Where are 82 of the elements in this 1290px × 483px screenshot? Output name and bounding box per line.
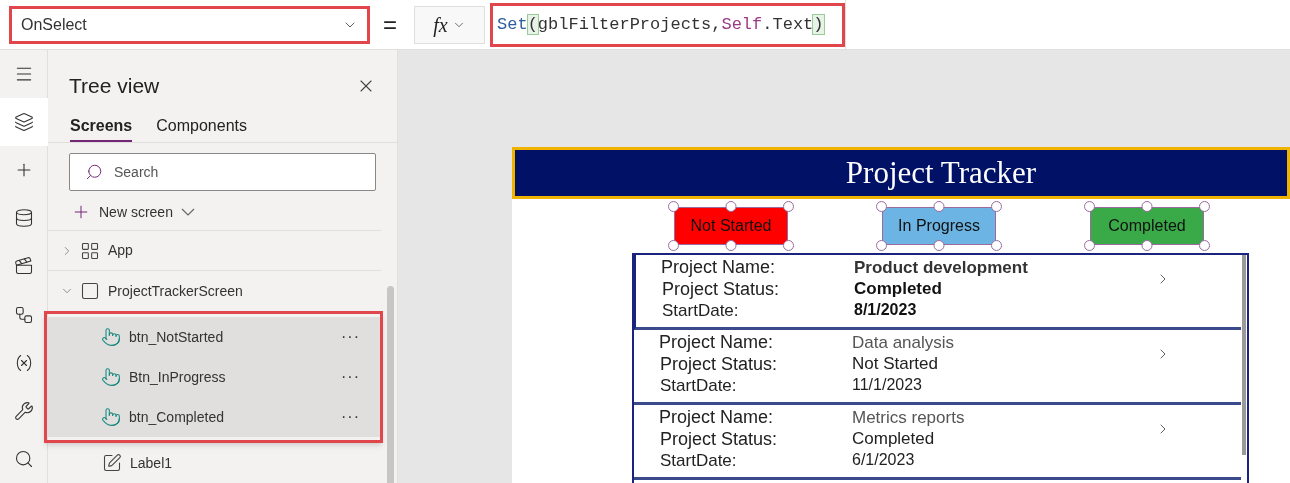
tree-item[interactable]: Label1 [48, 443, 381, 483]
layers-icon [13, 112, 34, 133]
formula-field[interactable]: Set(gblFilterProjects,Self.Text) [490, 2, 845, 47]
start-date: 11/1/2023 [852, 375, 923, 395]
field-label: Project Name: [659, 406, 775, 428]
tree-item[interactable]: App [48, 231, 381, 271]
tree-item[interactable]: ProjectTrackerScreen [48, 271, 381, 311]
field-label: Project Name: [659, 331, 775, 353]
tree-item-label: ProjectTrackerScreen [108, 281, 244, 301]
resize-handle[interactable] [1141, 240, 1153, 251]
resize-handle[interactable] [783, 201, 794, 212]
start-date: 8/1/2023 [854, 300, 918, 320]
pencil-icon [102, 453, 122, 473]
status-button[interactable]: Completed [1090, 207, 1204, 245]
tree-item[interactable]: btn_NotStarted ··· [47, 317, 380, 357]
more-options[interactable]: ··· [341, 325, 360, 349]
resize-handle[interactable] [876, 201, 887, 212]
resize-handle[interactable] [783, 240, 794, 251]
cylinder-icon [13, 208, 34, 229]
project-status: Completed [852, 428, 936, 449]
field-label: Project Status: [661, 278, 781, 300]
panel-title: Tree view [69, 73, 160, 99]
fx-button[interactable]: fx [414, 5, 485, 44]
property-dropdown[interactable]: OnSelect [9, 5, 370, 44]
more-options[interactable]: ··· [341, 405, 360, 429]
project-status: Completed [854, 278, 943, 299]
tab[interactable]: Components [156, 113, 247, 142]
resize-handle[interactable] [1199, 240, 1210, 251]
resize-handle[interactable] [1084, 201, 1095, 212]
equals-sign: = [383, 9, 397, 40]
new-screen-button[interactable]: New screen [71, 198, 374, 226]
field-label: StartDate: [659, 375, 738, 397]
resize-handle[interactable] [876, 240, 887, 251]
resize-handle[interactable] [1084, 240, 1095, 251]
project-status: Not Started [852, 353, 939, 374]
field-label: Project Status: [659, 428, 779, 450]
tree-item[interactable]: Btn_InProgress ··· [47, 357, 380, 397]
search-icon [13, 448, 34, 469]
tree-item[interactable]: btn_Completed ··· [47, 397, 380, 437]
field-label: StartDate: [661, 300, 740, 322]
more-options[interactable]: ··· [341, 365, 360, 389]
media-icon [13, 256, 34, 277]
pointer-icon [101, 327, 121, 347]
rectangle-icon [80, 281, 100, 301]
wrench-icon [13, 400, 34, 421]
gallery-item[interactable]: Project Name: Project Status: StartDate: Product development Completed 8/1/2023 [634, 255, 1241, 330]
tree-item-label: btn_NotStarted [129, 327, 225, 347]
resize-handle[interactable] [933, 201, 945, 212]
status-button[interactable]: In Progress [882, 207, 996, 245]
status-button[interactable]: Not Started [674, 207, 788, 245]
gallery-item[interactable]: Project Name: Project Status: StartDate: Metrics reports Completed 6/1/2023 [634, 405, 1241, 480]
resize-handle[interactable] [933, 240, 945, 251]
resize-handle[interactable] [991, 240, 1002, 251]
gallery-item[interactable]: Project Name: Project Status: StartDate: Data analysis Not Started 11/1/2023 [634, 330, 1241, 405]
start-date: 6/1/2023 [852, 450, 916, 470]
tab[interactable]: Screens [70, 113, 133, 142]
search-icon [85, 162, 103, 181]
flow-icon [13, 304, 34, 325]
project-name: Data analysis [852, 332, 956, 353]
pointer-icon [101, 407, 121, 427]
resize-handle[interactable] [725, 201, 737, 212]
search-field[interactable]: Search [69, 152, 376, 191]
app-title: Project Tracker [845, 153, 1037, 192]
resize-handle[interactable] [1199, 201, 1210, 212]
pointer-icon [101, 367, 121, 387]
resize-handle[interactable] [725, 240, 737, 251]
tree-item-label: App [108, 241, 134, 260]
grid-icon [80, 240, 100, 261]
field-label: Project Name: [661, 256, 777, 278]
tree-item-label: btn_Completed [129, 407, 225, 427]
field-label: StartDate: [659, 450, 738, 472]
formula-text: Set(gblFilterProjects,Self.Text) [497, 13, 824, 36]
tree-item-label: Label1 [130, 453, 174, 473]
project-name: Product development [854, 257, 1029, 278]
project-name: Metrics reports [852, 407, 966, 428]
resize-handle[interactable] [991, 201, 1002, 212]
field-label: Project Status: [659, 353, 779, 375]
resize-handle[interactable] [668, 201, 679, 212]
chevron-down-icon [180, 208, 195, 217]
tree-item-label: Btn_InProgress [129, 367, 227, 387]
resize-handle[interactable] [1141, 201, 1153, 212]
resize-handle[interactable] [668, 240, 679, 251]
